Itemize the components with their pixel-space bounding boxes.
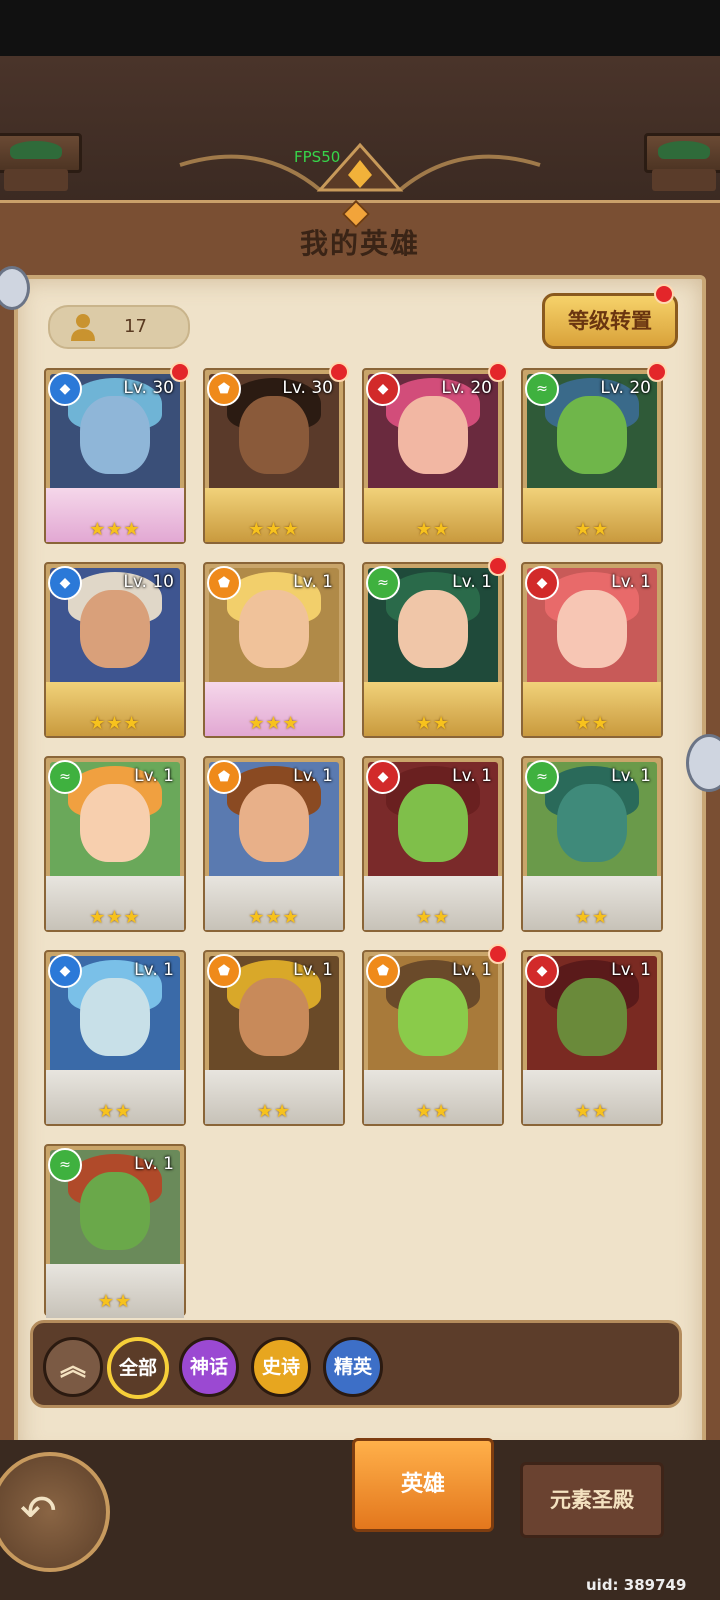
star-rating: ★★ xyxy=(97,1101,133,1122)
hero-card[interactable]: ◆ Lv. 10 ★★★ xyxy=(44,562,186,738)
collapse-icon[interactable]: ︽ xyxy=(43,1337,103,1397)
star-rating: ★★ xyxy=(415,907,451,928)
notification-dot xyxy=(329,362,349,382)
fire-element-icon: ⬟ xyxy=(366,954,400,988)
hero-card[interactable]: ≈ Lv. 1 ★★ xyxy=(521,756,663,932)
wind-element-icon: ≈ xyxy=(366,566,400,600)
water-element-icon: ◆ xyxy=(48,566,82,600)
hero-card[interactable]: ◆ Lv. 1 ★★ xyxy=(521,950,663,1126)
notification-dot xyxy=(488,556,508,576)
hero-level: Lv. 30 xyxy=(282,378,333,398)
star-rating: ★★★ xyxy=(89,519,141,540)
hero-level: Lv. 1 xyxy=(611,766,651,786)
hero-level: Lv. 1 xyxy=(452,572,492,592)
hero-count-badge: 17 xyxy=(48,305,190,349)
blood-element-icon: ◆ xyxy=(525,566,559,600)
hero-level: Lv. 1 xyxy=(293,960,333,980)
hero-card[interactable]: ◆ Lv. 30 ★★★ xyxy=(44,362,190,544)
filter-elite-button[interactable]: 精英 xyxy=(323,1337,383,1397)
hero-card[interactable]: ⬟ Lv. 1 ★★ xyxy=(203,950,345,1126)
notification-dot xyxy=(647,362,667,382)
hero-card[interactable]: ◆ Lv. 1 ★★ xyxy=(44,950,186,1126)
fire-element-icon: ⬟ xyxy=(207,372,241,406)
star-rating: ★★★ xyxy=(248,907,300,928)
hero-level: Lv. 1 xyxy=(134,1154,174,1174)
hero-level: Lv. 1 xyxy=(293,766,333,786)
hero-level: Lv. 1 xyxy=(452,960,492,980)
page-title: 我的英雄 xyxy=(299,227,420,260)
hero-card[interactable]: ≈ Lv. 20 ★★ xyxy=(521,362,667,544)
back-arrow-icon: ↶ xyxy=(20,1486,57,1537)
blood-element-icon: ◆ xyxy=(366,760,400,794)
hero-card[interactable]: ≈ Lv. 1 ★★ xyxy=(362,556,508,738)
hero-card[interactable]: ◆ Lv. 1 ★★ xyxy=(521,562,663,738)
hero-card[interactable]: ⬟ Lv. 30 ★★★ xyxy=(203,362,349,544)
hero-level: Lv. 1 xyxy=(611,572,651,592)
fire-element-icon: ⬟ xyxy=(207,760,241,794)
hero-level: Lv. 1 xyxy=(293,572,333,592)
hero-level: Lv. 20 xyxy=(441,378,492,398)
filter-bar: ︽ 全部 神话 史诗 精英 xyxy=(30,1320,682,1408)
star-rating: ★★ xyxy=(97,1291,133,1312)
star-rating: ★★★ xyxy=(89,907,141,928)
hero-level: Lv. 10 xyxy=(123,572,174,592)
star-rating: ★★★ xyxy=(89,713,141,734)
blood-element-icon: ◆ xyxy=(366,372,400,406)
star-rating: ★★ xyxy=(574,713,610,734)
star-rating: ★★ xyxy=(256,1101,292,1122)
hero-count: 17 xyxy=(124,316,147,337)
star-rating: ★★ xyxy=(415,1101,451,1122)
star-rating: ★★ xyxy=(415,519,451,540)
crest-ornament xyxy=(179,142,541,192)
water-element-icon: ◆ xyxy=(48,954,82,988)
notification-dot xyxy=(488,362,508,382)
status-bar xyxy=(0,0,720,56)
person-icon xyxy=(71,314,95,341)
water-element-icon: ◆ xyxy=(48,372,82,406)
hero-card[interactable]: ≈ Lv. 1 ★★ xyxy=(44,1144,186,1318)
wind-element-icon: ≈ xyxy=(48,1148,82,1182)
star-rating: ★★ xyxy=(415,713,451,734)
star-rating: ★★ xyxy=(574,907,610,928)
hero-level: Lv. 1 xyxy=(452,766,492,786)
tab-hero[interactable]: 英雄 xyxy=(352,1438,494,1532)
filter-myth-button[interactable]: 神话 xyxy=(179,1337,239,1397)
hero-card[interactable]: ⬟ Lv. 1 ★★★ xyxy=(203,562,345,738)
hero-card[interactable]: ≈ Lv. 1 ★★★ xyxy=(44,756,186,932)
hero-card[interactable]: ⬟ Lv. 1 ★★★ xyxy=(203,756,345,932)
hero-card[interactable]: ◆ Lv. 1 ★★ xyxy=(362,756,504,932)
star-rating: ★★★ xyxy=(248,519,300,540)
fps-counter: FPS50 xyxy=(294,148,341,166)
notification-dot xyxy=(654,284,674,304)
notification-dot xyxy=(170,362,190,382)
hero-level: Lv. 30 xyxy=(123,378,174,398)
filter-epic-button[interactable]: 史诗 xyxy=(251,1337,311,1397)
wind-element-icon: ≈ xyxy=(525,760,559,794)
hero-level: Lv. 1 xyxy=(611,960,651,980)
star-rating: ★★ xyxy=(574,519,610,540)
wind-element-icon: ≈ xyxy=(525,372,559,406)
filter-all-button[interactable]: 全部 xyxy=(107,1337,169,1399)
hero-level: Lv. 1 xyxy=(134,766,174,786)
star-rating: ★★★ xyxy=(248,713,300,734)
fire-element-icon: ⬟ xyxy=(207,566,241,600)
star-rating: ★★ xyxy=(574,1101,610,1122)
hero-card[interactable]: ◆ Lv. 20 ★★ xyxy=(362,362,508,544)
uid-label: uid: 389749 xyxy=(586,1576,687,1594)
tab-element-temple[interactable]: 元素圣殿 xyxy=(520,1462,664,1538)
hero-level: Lv. 20 xyxy=(600,378,651,398)
wind-element-icon: ≈ xyxy=(48,760,82,794)
hero-card[interactable]: ⬟ Lv. 1 ★★ xyxy=(362,944,508,1126)
hero-level: Lv. 1 xyxy=(134,960,174,980)
blood-element-icon: ◆ xyxy=(525,954,559,988)
notification-dot xyxy=(488,944,508,964)
fire-element-icon: ⬟ xyxy=(207,954,241,988)
